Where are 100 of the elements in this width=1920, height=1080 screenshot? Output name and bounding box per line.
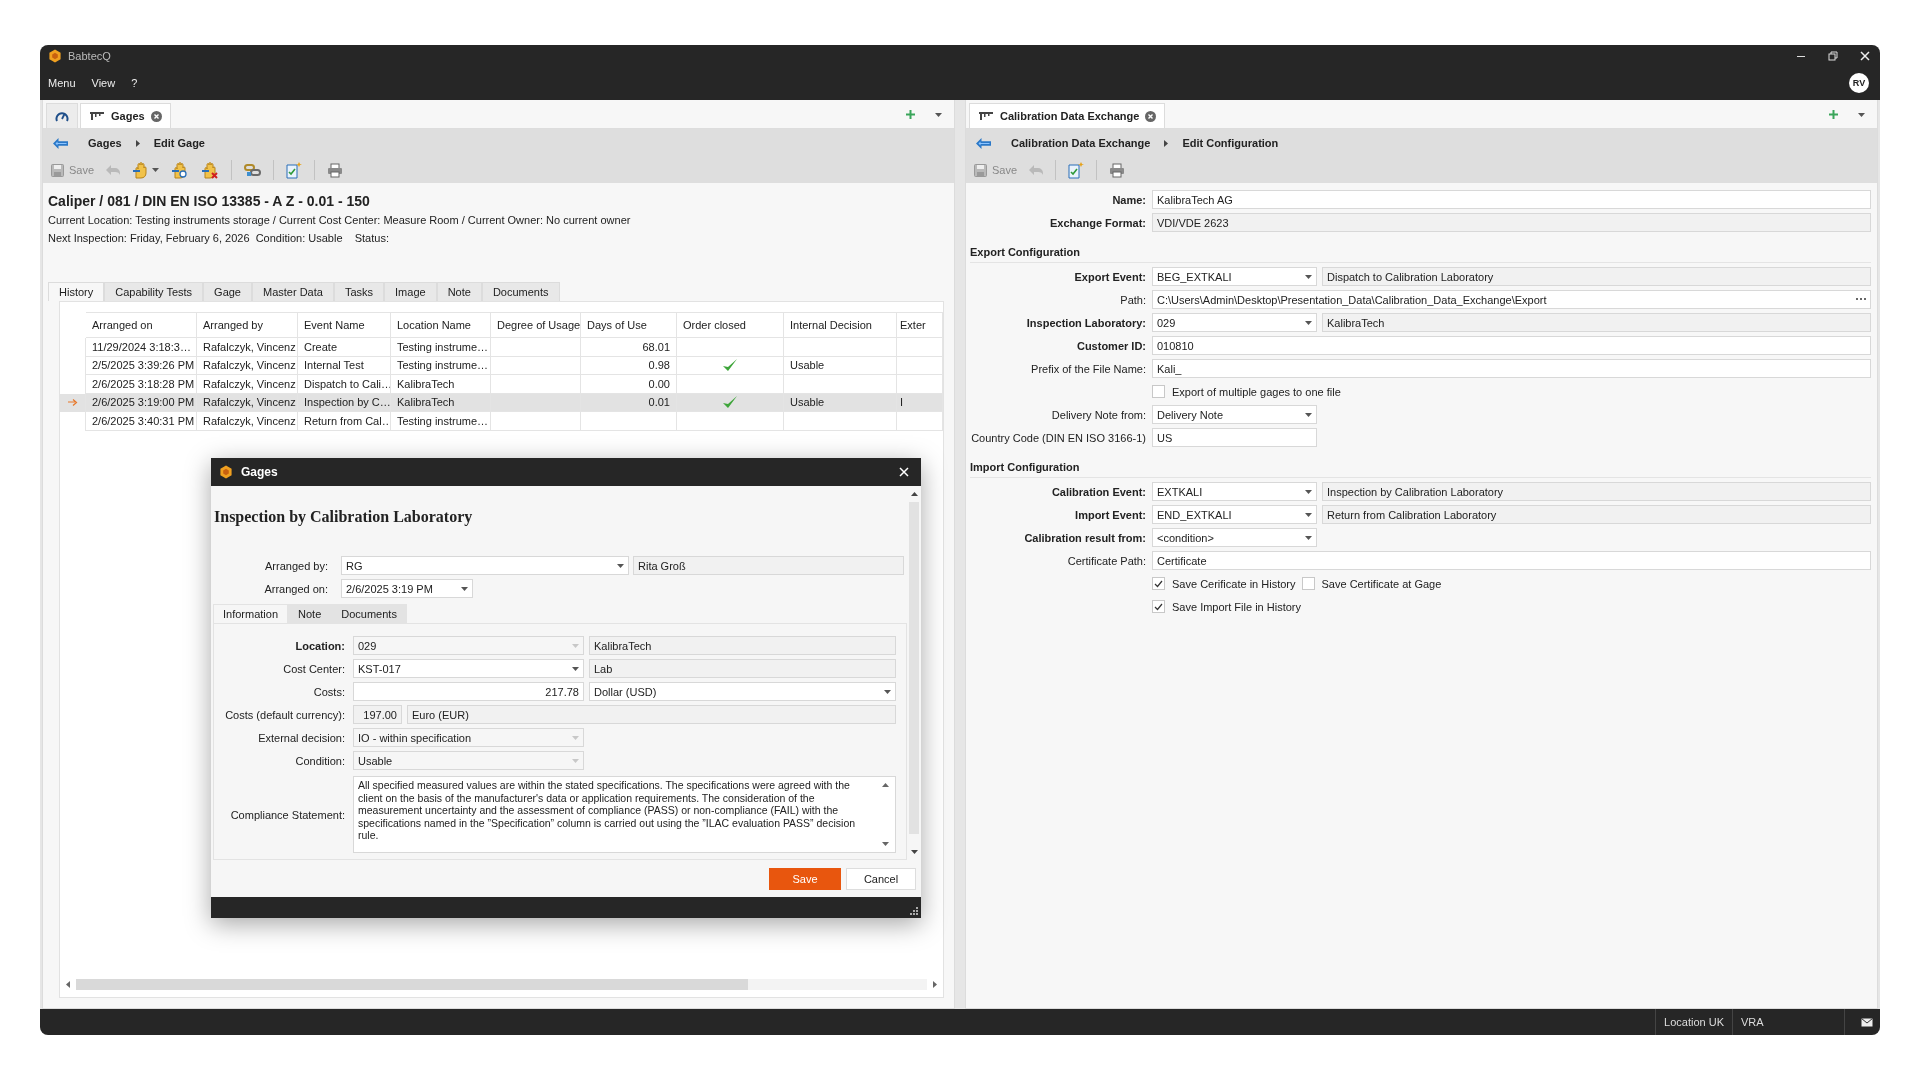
document-icon[interactable] (286, 161, 303, 179)
readonly-field: KalibraTech (589, 636, 896, 655)
column-header[interactable]: Arranged by (197, 312, 298, 338)
scroll-up-icon[interactable] (910, 492, 918, 496)
tab[interactable]: Information (213, 604, 289, 623)
cancel-button[interactable]: Cancel (846, 867, 916, 890)
add-icon[interactable] (906, 110, 915, 119)
caret-icon[interactable] (1305, 274, 1312, 279)
tab[interactable]: Image (384, 282, 437, 301)
caret-icon[interactable] (461, 586, 468, 591)
text-field[interactable]: KalibraTech AG (1152, 190, 1871, 209)
user-avatar[interactable]: RV (1849, 73, 1869, 93)
caret-icon[interactable] (1305, 535, 1312, 540)
home-tab[interactable] (46, 103, 78, 128)
tab[interactable]: Master Data (252, 282, 334, 301)
column-header[interactable]: Order closed (677, 312, 784, 338)
dropdown[interactable]: Dollar (USD) (589, 682, 896, 701)
text-field[interactable]: Kali_ (1152, 359, 1871, 378)
caret-icon[interactable] (1305, 512, 1312, 517)
tab[interactable]: Documents (331, 604, 407, 623)
date-picker[interactable]: 2/6/2025 3:19 PM (341, 579, 473, 598)
column-header[interactable]: Event Name (298, 312, 391, 338)
restore-icon[interactable] (1828, 50, 1838, 61)
table-row[interactable]: 2/5/2025 3:39:26 PM Rafalczyk, Vincenz Internal Test Testing instrume… 0.98 Usable (60, 356, 943, 375)
menu-item[interactable]: Menu (48, 77, 76, 89)
dropdown[interactable]: Delivery Note (1152, 405, 1317, 424)
table-row[interactable]: 2/6/2025 3:18:28 PM Rafalczyk, Vincenz Dispatch to Cali… KalibraTech 0.00 (60, 375, 943, 394)
tab[interactable]: Note (436, 282, 482, 301)
close-icon[interactable] (1860, 50, 1870, 61)
caret-icon[interactable] (1305, 320, 1312, 325)
back-icon[interactable] (976, 137, 991, 149)
scroll-down-icon[interactable] (882, 842, 889, 846)
column-header[interactable]: Degree of Usage (491, 312, 581, 338)
print-icon[interactable] (327, 162, 344, 178)
dropdown[interactable]: EXTKALI (1152, 482, 1317, 501)
text-area[interactable]: All specified measured values are within the stated specifications. The specifications were agreed with the client on the basis of the manufacturer's data or application requirements. The consideration of the measurement uncertainty and the assessment of compliance (PASS) or non-compliance (FAIL) with the specifications named in the ”Specification” column is carried out using the ”ILAC evaluation PASS” decision rule. (353, 776, 896, 853)
scroll-left-icon[interactable] (66, 981, 70, 988)
column-header[interactable]: Internal Decision (784, 312, 897, 338)
column-header[interactable]: Arranged on (86, 312, 197, 338)
column-header[interactable]: Exter (897, 312, 943, 338)
dropdown[interactable]: RG (341, 556, 629, 575)
tab[interactable]: Capability Tests (104, 282, 204, 301)
table-cell: 2/6/2025 3:19:00 PM (92, 396, 195, 409)
amount-field[interactable]: 217.78 (353, 682, 584, 701)
scroll-down-icon[interactable] (910, 850, 918, 854)
field-label: Country Code (DIN EN ISO 3166-1) (970, 431, 1146, 444)
table-cell: 2/6/2025 3:40:31 PM (92, 414, 195, 427)
column-header[interactable]: Location Name (391, 312, 491, 338)
tab[interactable]: Gage (203, 282, 252, 301)
hand-menu-button[interactable] (132, 161, 160, 179)
document-tab[interactable]: Gages (80, 103, 171, 128)
resize-grip-icon[interactable] (910, 907, 918, 915)
text-field[interactable]: Certificate (1152, 551, 1871, 570)
tab[interactable]: Note (288, 604, 332, 623)
dropdown[interactable]: END_EXTKALI (1152, 505, 1317, 524)
checkbox[interactable] (1152, 577, 1165, 590)
dropdown[interactable]: <condition> (1152, 528, 1317, 547)
scroll-up-icon[interactable] (882, 783, 889, 787)
tab[interactable]: History (48, 282, 105, 301)
table-row[interactable]: 11/29/2024 3:18:3… Rafalczyk, Vincenz Create Testing instrume… 68.01 (60, 338, 943, 357)
dropdown[interactable]: BEG_EXTKALI (1152, 267, 1317, 286)
path-field[interactable]: C:\Users\Admin\Desktop\Presentation_Data\Calibration_Data_Exchange\Export (1152, 290, 1871, 309)
hand-search-icon[interactable] (171, 161, 190, 179)
back-icon[interactable] (53, 137, 68, 149)
scroll-right-icon[interactable] (933, 981, 937, 988)
chain-icon[interactable] (244, 163, 262, 177)
dropdown[interactable]: KST-017 (353, 659, 584, 678)
dropdown[interactable]: 029 (1152, 313, 1317, 332)
field-label: Inspection Laboratory: (1025, 316, 1146, 329)
caret-icon[interactable] (1858, 112, 1865, 117)
checkbox[interactable] (1152, 385, 1165, 398)
add-icon[interactable] (1829, 110, 1838, 119)
hand-delete-icon[interactable] (201, 161, 220, 179)
text-field[interactable]: 010810 (1152, 336, 1871, 355)
caret-icon[interactable] (935, 112, 942, 117)
print-icon[interactable] (1109, 162, 1126, 178)
document-icon[interactable] (1068, 161, 1085, 179)
checkbox[interactable] (1152, 600, 1165, 613)
caret-icon[interactable] (152, 168, 160, 172)
caret-icon[interactable] (1305, 489, 1312, 494)
caret-icon[interactable] (884, 689, 891, 694)
tab[interactable]: Tasks (333, 282, 385, 301)
breadcrumb-link[interactable]: Calibration Data Exchange (1011, 137, 1151, 149)
menu-item[interactable]: ? (131, 77, 138, 89)
ellipsis-icon[interactable] (1856, 298, 1866, 301)
document-tab[interactable]: Calibration Data Exchange (969, 103, 1166, 128)
horizontal-scrollbar[interactable] (66, 978, 937, 991)
field-label: Location: (294, 639, 345, 652)
breadcrumb-link[interactable]: Gages (88, 137, 122, 149)
mail-icon[interactable] (1861, 1017, 1873, 1027)
checkbox[interactable] (1301, 577, 1315, 590)
menu-item[interactable]: View (91, 77, 116, 89)
caret-icon[interactable] (617, 563, 624, 568)
save-button[interactable]: Save (769, 867, 841, 890)
text-field[interactable]: US (1152, 428, 1317, 447)
table-row[interactable]: 2/6/2025 3:40:31 PM Rafalczyk, Vincenz Return from Cal… Testing instrume… (60, 412, 943, 431)
tab[interactable]: Documents (481, 282, 560, 301)
column-header[interactable]: Days of Use (581, 312, 677, 338)
caret-icon[interactable] (1305, 412, 1312, 417)
caret-icon[interactable] (572, 666, 579, 671)
